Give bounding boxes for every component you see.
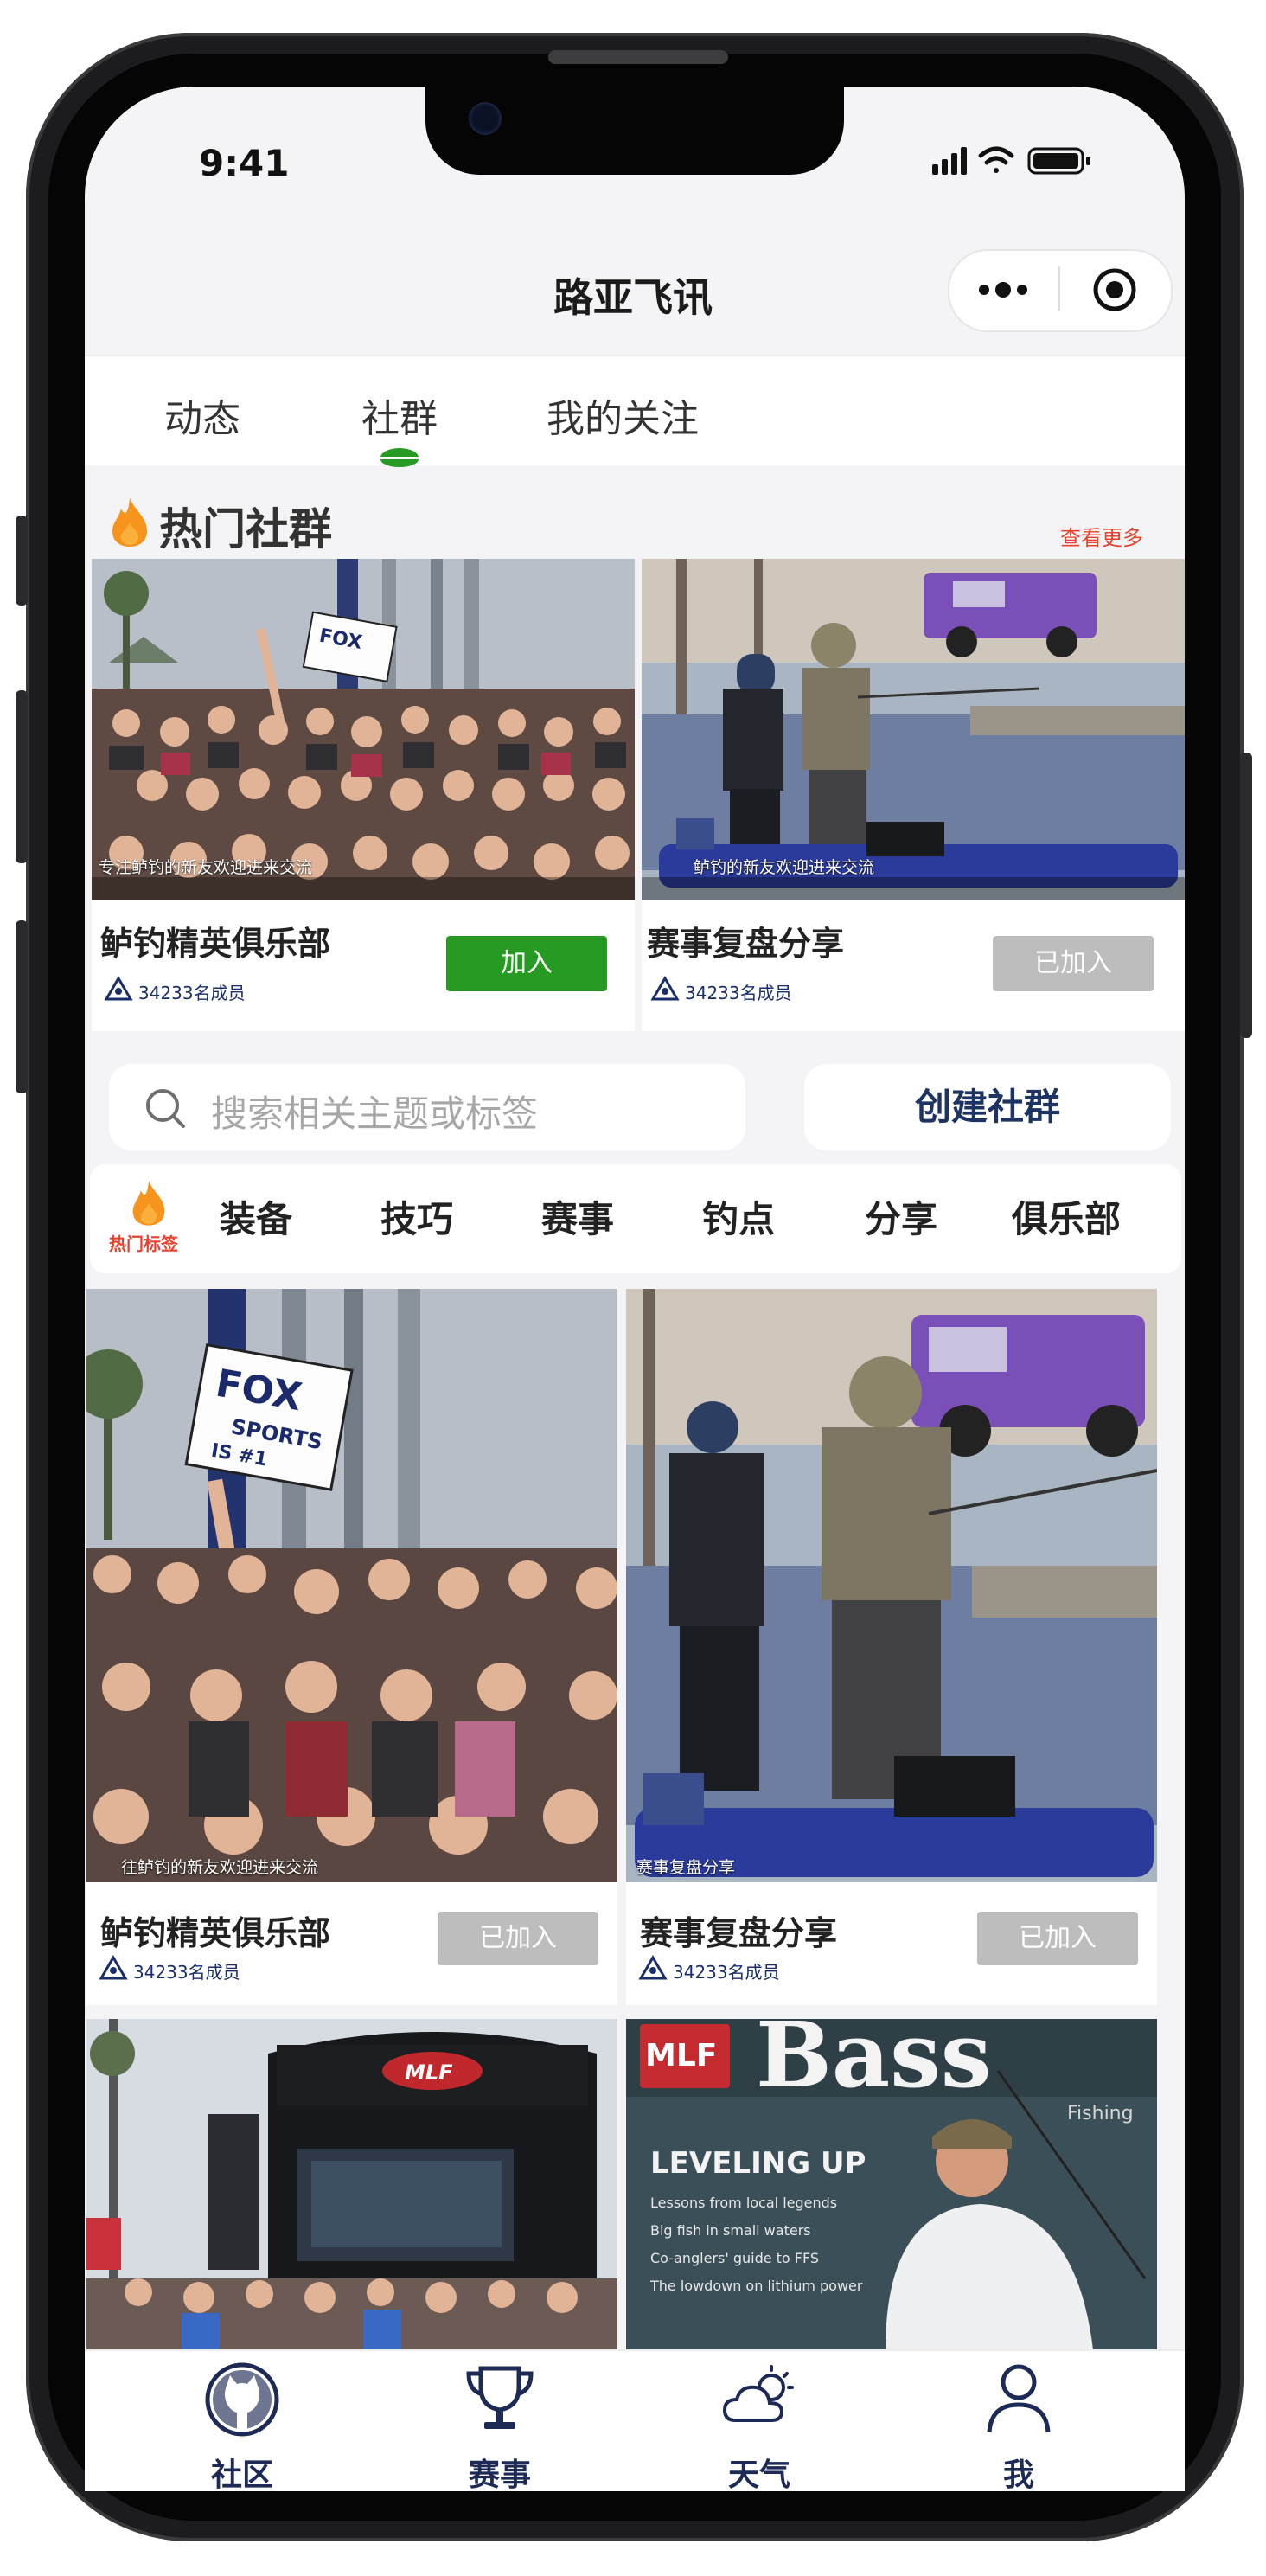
feed-card-1-caption: 往鲈钓的新友欢迎进来交流 bbox=[121, 1858, 319, 1877]
angler-boat-photo bbox=[642, 559, 1185, 900]
hot-card-1-caption: 专注鲈钓的新友欢迎进来交流 bbox=[99, 858, 313, 877]
community-cat-icon[interactable] bbox=[201, 2360, 284, 2438]
front-camera bbox=[469, 102, 502, 135]
capsule-divider bbox=[1058, 266, 1060, 311]
magazine-fishing: Fishing bbox=[1067, 2103, 1134, 2124]
crowd-photo-large: FOX SPORTS IS #1 bbox=[86, 1289, 617, 1910]
magazine-bullet-2: Big fish in small waters bbox=[650, 2222, 811, 2239]
feed-card-1-image[interactable]: FOX SPORTS IS #1 往鲈钓的新友欢迎进来交流 bbox=[86, 1289, 617, 1910]
nav-events[interactable]: 赛事 bbox=[448, 2450, 552, 2495]
hot-card-2-image[interactable]: 鲈钓的新友欢迎进来交流 bbox=[642, 559, 1185, 900]
create-group-button[interactable]: 创建社群 bbox=[804, 1064, 1171, 1150]
nav-weather[interactable]: 天气 bbox=[707, 2450, 811, 2495]
hot-card-1-members: 34233名成员 bbox=[138, 983, 246, 1003]
hot-card-2-caption: 鲈钓的新友欢迎进来交流 bbox=[694, 858, 875, 877]
tag-events[interactable]: 赛事 bbox=[541, 1190, 614, 1243]
tab-dynamics[interactable]: 动态 bbox=[164, 388, 240, 443]
status-time: 9:41 bbox=[199, 142, 290, 184]
angler-boat-photo-large bbox=[626, 1289, 1157, 1910]
magazine-bullet-1: Lessons from local legends bbox=[650, 2195, 837, 2211]
power-button bbox=[1240, 753, 1252, 1038]
joined-button[interactable]: 已加入 bbox=[993, 936, 1154, 991]
hot-tags-label: 热门标签 bbox=[109, 1234, 178, 1254]
join-button[interactable]: 加入 bbox=[446, 936, 607, 991]
hot-card-1-image[interactable]: FOX 专注鲈钓的新友欢迎进来交流 bbox=[92, 559, 635, 900]
signal-icon bbox=[932, 147, 967, 175]
tag-equipment[interactable]: 装备 bbox=[220, 1190, 292, 1243]
feed-card-2-members: 34233名成员 bbox=[673, 1962, 780, 1983]
magazine-cover: MLF Bass Fishing LEVELING UP Lessons fro… bbox=[626, 2019, 1157, 2349]
tag-spots[interactable]: 钓点 bbox=[702, 1190, 775, 1243]
joined-button[interactable]: 已加入 bbox=[977, 1912, 1138, 1965]
silent-switch bbox=[16, 516, 28, 606]
hot-card-2-name: 赛事复盘分享 bbox=[647, 925, 845, 963]
trophy-icon[interactable] bbox=[458, 2360, 541, 2438]
wifi-icon bbox=[978, 146, 1014, 173]
status-icons bbox=[932, 146, 1090, 175]
feed-card-3-image[interactable]: MLF bbox=[86, 2019, 617, 2349]
search-icon bbox=[146, 1089, 185, 1128]
flame-icon bbox=[112, 498, 147, 547]
crowd-photo: FOX bbox=[92, 559, 635, 900]
volume-up-button bbox=[16, 690, 28, 863]
user-icon[interactable] bbox=[977, 2360, 1060, 2438]
close-target-icon[interactable] bbox=[1091, 266, 1138, 313]
hot-tag-flame-icon bbox=[132, 1181, 165, 1226]
feed-card-4-image[interactable]: MLF Bass Fishing LEVELING UP Lessons fro… bbox=[626, 2019, 1157, 2349]
hot-groups-title: 热门社群 bbox=[159, 504, 332, 554]
members-icon bbox=[104, 976, 133, 1001]
members-icon bbox=[638, 1955, 668, 1980]
feed-card-1-name: 鲈钓精英俱乐部 bbox=[100, 1914, 331, 1952]
nav-me[interactable]: 我 bbox=[967, 2450, 1071, 2495]
magazine-bass-title: Bass bbox=[756, 2019, 991, 2108]
tag-clubs[interactable]: 俱乐部 bbox=[1012, 1190, 1121, 1243]
stage-mlf-logo: MLF bbox=[405, 2060, 453, 2085]
more-dots-icon[interactable] bbox=[975, 279, 1031, 301]
feed-card-2-caption: 赛事复盘分享 bbox=[636, 1858, 736, 1877]
active-tab-indicator bbox=[380, 448, 419, 467]
earpiece-speaker bbox=[548, 50, 728, 64]
see-more-link[interactable]: 查看更多 bbox=[1060, 521, 1143, 551]
volume-down-button bbox=[16, 920, 28, 1093]
tab-following[interactable]: 我的关注 bbox=[547, 388, 699, 443]
feed-card-2-image[interactable]: 赛事复盘分享 bbox=[626, 1289, 1157, 1910]
tag-share[interactable]: 分享 bbox=[865, 1190, 937, 1243]
magazine-bullet-3: Co-anglers' guide to FFS bbox=[650, 2250, 819, 2266]
hot-card-1-name: 鲈钓精英俱乐部 bbox=[100, 925, 331, 963]
joined-button[interactable]: 已加入 bbox=[438, 1912, 598, 1965]
weather-icon[interactable] bbox=[718, 2360, 801, 2438]
hot-card-2-members: 34233名成员 bbox=[685, 983, 792, 1003]
nav-community[interactable]: 社区 bbox=[190, 2450, 294, 2495]
magazine-mlf: MLF bbox=[645, 2038, 717, 2073]
stage-photo: MLF bbox=[86, 2019, 617, 2349]
tag-skills[interactable]: 技巧 bbox=[380, 1190, 453, 1243]
members-icon bbox=[650, 976, 680, 1001]
members-icon bbox=[99, 1955, 128, 1980]
battery-icon bbox=[1027, 147, 1090, 175]
magazine-leveling-up: LEVELING UP bbox=[650, 2146, 866, 2181]
magazine-bullet-4: The lowdown on lithium power bbox=[649, 2278, 863, 2294]
feed-card-2-name: 赛事复盘分享 bbox=[640, 1914, 838, 1952]
search-placeholder: 搜索相关主题或标签 bbox=[211, 1093, 539, 1135]
tab-groups[interactable]: 社群 bbox=[361, 388, 438, 443]
feed-card-1-members: 34233名成员 bbox=[133, 1962, 240, 1983]
